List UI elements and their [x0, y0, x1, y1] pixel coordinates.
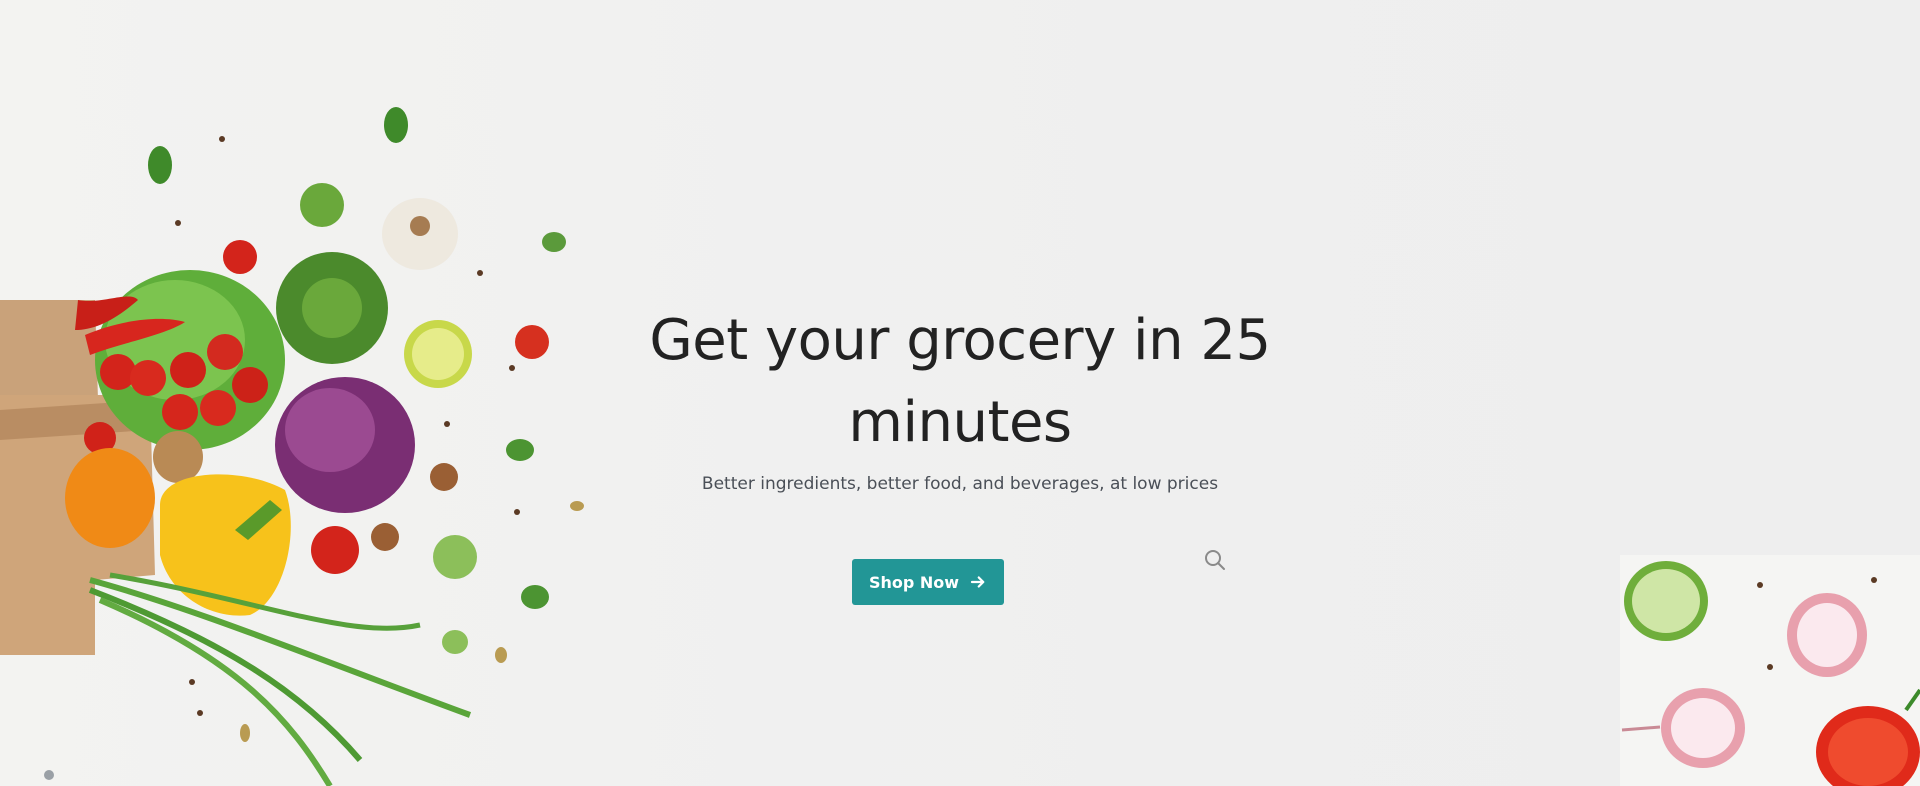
slider-dot[interactable]: [44, 770, 54, 780]
vegetables-illustration: [0, 107, 584, 786]
hero-headline: Get your grocery in 25 minutes: [649, 308, 1271, 455]
arrow-right-icon: [970, 576, 985, 588]
hero-subtitle: Better ingredients, better food, and bev…: [701, 474, 1219, 494]
search-icon[interactable]: [1203, 548, 1227, 572]
hero-banner: Get your grocery in 25 minutes Better in…: [0, 0, 1920, 786]
shop-now-label: Shop Now: [868, 572, 960, 592]
shop-now-button[interactable]: Shop Now: [852, 559, 1004, 605]
salad-illustration: [1621, 561, 1920, 786]
